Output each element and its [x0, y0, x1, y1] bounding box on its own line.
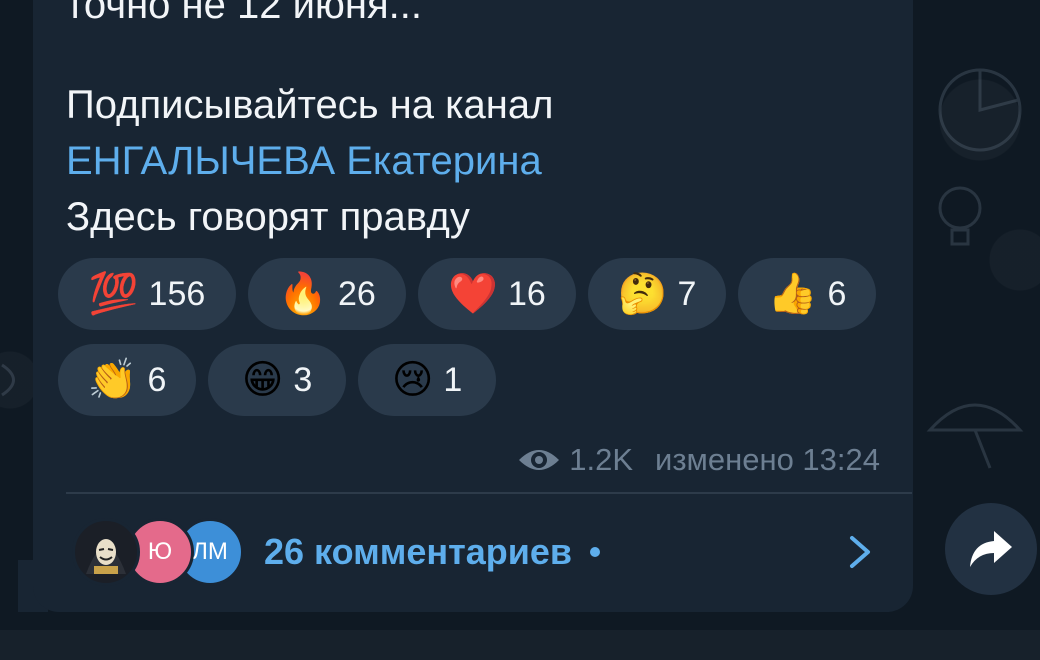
- reaction-chip-clap[interactable]: 👏 6: [58, 344, 196, 416]
- edited-time: изменено 13:24: [655, 442, 880, 477]
- reaction-count: 6: [147, 360, 167, 399]
- reaction-chip-thinking[interactable]: 🤔 7: [588, 258, 726, 330]
- channel-link[interactable]: ЕНГАЛЫЧЕВА Екатерина: [66, 132, 542, 190]
- clapping-hands-icon: 👏: [87, 358, 138, 402]
- divider: [66, 492, 912, 494]
- reaction-chip-thumbs-up[interactable]: 👍 6: [738, 258, 876, 330]
- message-text-line: Подписывайтесь на канал: [66, 83, 554, 127]
- hooded-mask-icon: [86, 539, 126, 574]
- doodle-icon: [1, 363, 15, 397]
- pizza-doodle-icon: [938, 68, 1022, 152]
- views-count: 1.2K: [569, 442, 633, 477]
- commenter-avatars: Ю ЛМ: [72, 516, 252, 588]
- reaction-chip-fire[interactable]: 🔥 26: [248, 258, 406, 330]
- thinking-face-icon: 🤔: [617, 272, 668, 316]
- share-button[interactable]: [945, 503, 1037, 595]
- reaction-chip-hundred[interactable]: 💯 156: [58, 258, 236, 330]
- bulb-doodle-icon: [938, 186, 982, 246]
- fire-icon: 🔥: [278, 272, 328, 316]
- reaction-count: 26: [337, 274, 376, 313]
- chevron-right-icon: [850, 536, 870, 568]
- reaction-chip-cry[interactable]: 😢 1: [358, 344, 496, 416]
- umbrella-doodle-icon: [926, 403, 1024, 469]
- share-arrow-icon: [970, 531, 1012, 567]
- bottom-bar: [0, 630, 1040, 660]
- message-text-partial-line: точно не 12 июня...: [66, 0, 423, 27]
- reactions-row: 💯 156 🔥 26 ❤️ 16 🤔 7 👍 6: [58, 258, 898, 330]
- reaction-count: 6: [827, 274, 847, 313]
- reaction-count: 1: [443, 360, 463, 399]
- unread-dot: [590, 547, 601, 557]
- hundred-points-icon: 💯: [88, 272, 139, 316]
- grinning-face-icon: 😁: [241, 358, 284, 402]
- reactions-row: 👏 6 😁 3 😢 1: [58, 344, 898, 416]
- message-text-line: Здесь говорят правду: [66, 195, 470, 239]
- reaction-chip-heart[interactable]: ❤️ 16: [418, 258, 576, 330]
- reaction-chip-grin[interactable]: 😁 3: [208, 344, 346, 416]
- heart-icon: ❤️: [448, 272, 498, 316]
- eye-icon: [519, 450, 560, 470]
- thumbs-up-icon: 👍: [767, 272, 818, 316]
- comments-count-label: 26 комментариев: [264, 531, 573, 572]
- avatar: [72, 518, 140, 586]
- reaction-count: 3: [293, 360, 313, 399]
- crying-face-icon: 😢: [391, 358, 434, 402]
- comments-button[interactable]: Ю ЛМ 26 комментариев: [72, 516, 892, 588]
- reaction-count: 156: [148, 274, 206, 313]
- reaction-count: 7: [677, 274, 697, 313]
- reactions-panel: 💯 156 🔥 26 ❤️ 16 🤔 7 👍 6 👏 6 😁 3 �: [58, 258, 898, 430]
- reaction-count: 16: [507, 274, 546, 313]
- message-meta: 1.2K изменено 13:24: [517, 440, 880, 480]
